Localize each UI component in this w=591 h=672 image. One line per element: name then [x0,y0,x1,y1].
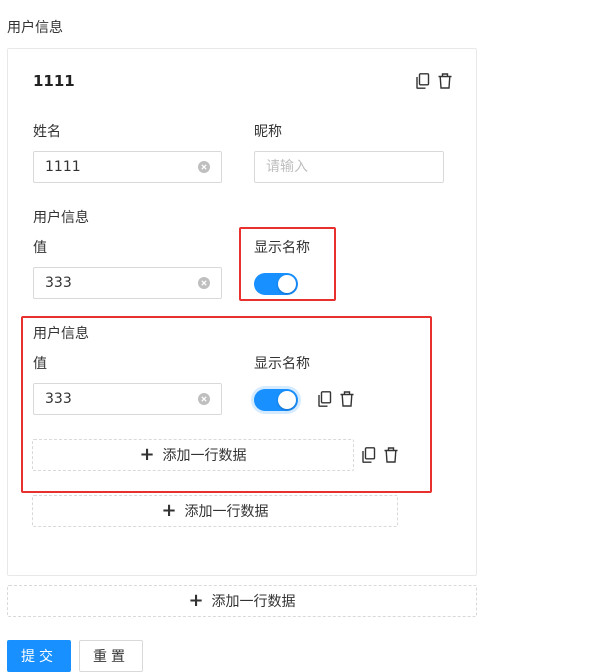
copy-icon[interactable] [362,447,376,463]
nickname-input[interactable] [254,151,444,183]
nested-show-name-switch[interactable] [254,389,298,411]
value-label: 值 [33,240,47,256]
nested-group-label: 用户信息 [33,326,89,342]
add-row-label: 添加一行数据 [184,504,269,520]
clear-icon[interactable] [198,161,210,173]
show-name-label: 显示名称 [254,240,310,256]
clear-icon[interactable] [198,393,210,405]
nickname-label: 昵称 [254,124,282,140]
clear-icon[interactable] [198,277,210,289]
show-name-switch[interactable] [254,273,298,295]
submit-button[interactable]: 提交 [7,640,71,672]
outer-add-row-button[interactable]: + 添加一行数据 [7,585,477,617]
nested-show-name-label: 显示名称 [254,356,310,372]
add-row-label: 添加一行数据 [162,448,247,464]
card-add-row-button[interactable]: + 添加一行数据 [32,495,398,527]
section-title: 用户信息 [7,20,63,36]
switch-knob [278,391,296,409]
value-input[interactable] [33,267,222,299]
reset-button[interactable]: 重置 [79,640,143,672]
nested-add-row-button[interactable]: + 添加一行数据 [32,439,354,471]
group-label: 用户信息 [33,210,89,226]
nested-value-input[interactable] [33,383,222,415]
card-title: 1111 [33,72,75,90]
plus-icon: + [188,590,204,611]
copy-icon[interactable] [318,391,332,407]
nested-value-label: 值 [33,356,47,372]
name-input[interactable] [33,151,222,183]
copy-icon[interactable] [416,73,430,89]
delete-icon[interactable] [384,447,398,463]
name-label: 姓名 [33,124,61,140]
plus-icon: + [139,444,155,465]
delete-icon[interactable] [438,73,452,89]
plus-icon: + [161,500,177,521]
delete-icon[interactable] [340,391,354,407]
add-row-label: 添加一行数据 [211,594,296,610]
switch-knob [278,275,296,293]
